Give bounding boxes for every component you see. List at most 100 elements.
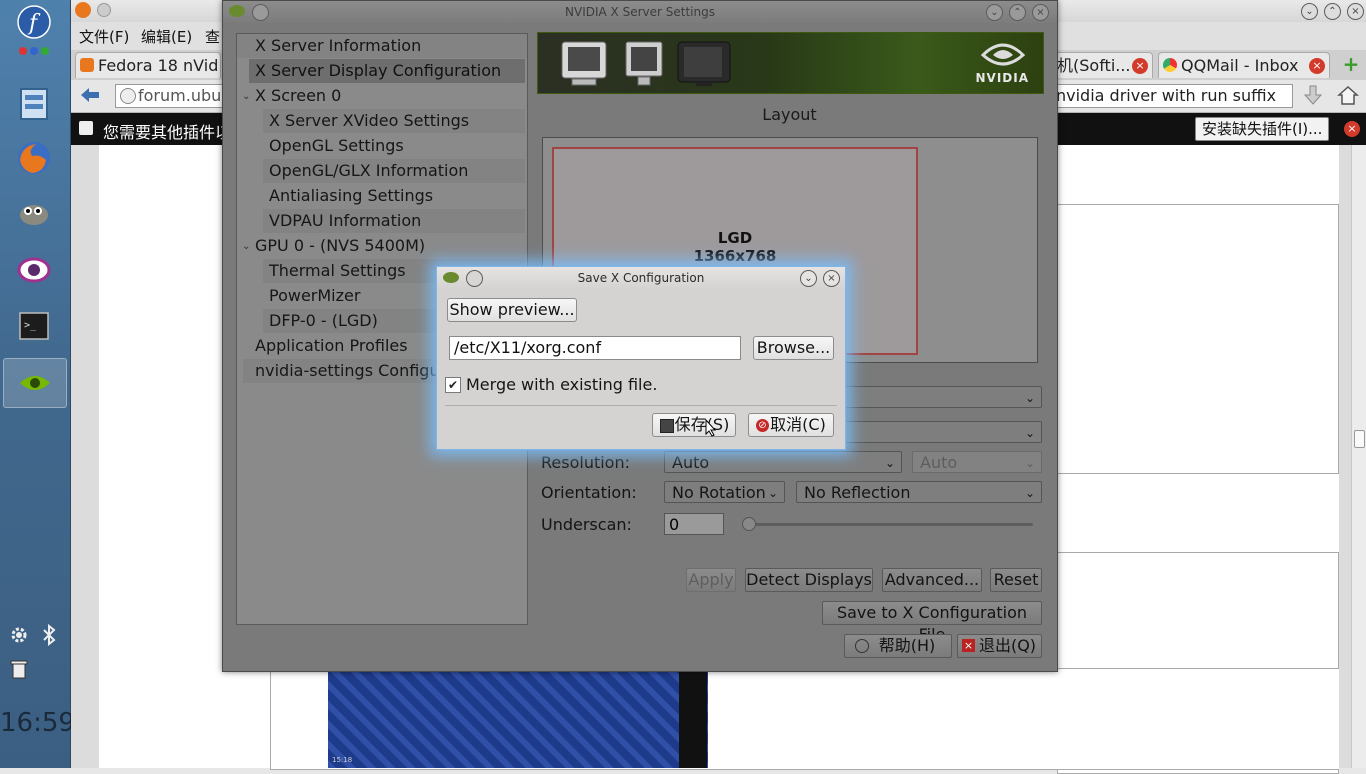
gimp-icon[interactable] — [12, 190, 56, 234]
tree-item-xvideo[interactable]: X Server XVideo Settings — [263, 109, 525, 133]
refresh-rate-select: Auto ⌄ — [912, 451, 1042, 473]
tree-item-x-server-information[interactable]: X Server Information — [237, 34, 527, 58]
browser-maximize-icon[interactable]: ⌃ — [1324, 3, 1341, 20]
resolution-label: Resolution: — [541, 453, 630, 472]
save-label: 保存(S) — [674, 415, 730, 434]
resolution-value: Auto — [672, 453, 710, 472]
refresh-value: Auto — [920, 453, 958, 472]
maximize-icon[interactable]: ⌃ — [1009, 4, 1026, 21]
monitor-lcd-icon — [622, 39, 666, 93]
underscan-label: Underscan: — [541, 515, 632, 534]
save-button[interactable]: 保存(S) — [652, 413, 736, 437]
tree-item-gpu[interactable]: GPU 0 - (NVS 5400M) — [255, 234, 425, 258]
help-icon — [855, 639, 869, 653]
tree-item-display-configuration[interactable]: X Server Display Configuration — [249, 59, 525, 83]
save-x-configuration-dialog: Save X Configuration ⌄ × Show preview...… — [436, 266, 846, 450]
app-grid-icon[interactable] — [12, 36, 56, 66]
trash-icon[interactable] — [6, 656, 32, 682]
tab-fedora[interactable]: Fedora 18 nVid... — [75, 52, 221, 78]
page-scrollbar[interactable] — [1351, 145, 1366, 768]
menu-file[interactable]: 文件(F) — [79, 26, 129, 47]
quit-label: 退出(Q) — [978, 636, 1037, 655]
download-icon[interactable] — [1303, 85, 1323, 111]
config-path-input[interactable]: /etc/X11/xorg.conf — [449, 336, 741, 360]
terminal-icon[interactable]: >_ — [12, 304, 56, 348]
minimize-icon[interactable]: ⌄ — [986, 4, 1003, 21]
monitor-crt-icon — [558, 39, 610, 93]
close-icon[interactable]: × — [1032, 4, 1049, 21]
tab-qqmail[interactable]: QQMail - Inbox × — [1158, 52, 1330, 78]
quit-button[interactable]: × 退出(Q) — [957, 634, 1042, 658]
menu-view[interactable]: 查 — [205, 26, 220, 47]
window-menu-icon[interactable] — [466, 270, 483, 287]
search-text: nvidia driver with run suffix — [1056, 86, 1277, 105]
close-tab-icon[interactable]: × — [1132, 58, 1148, 74]
cancel-label: 取消(C) — [770, 415, 826, 434]
reflection-select[interactable]: No Reflection ⌄ — [796, 481, 1042, 503]
window-menu-icon[interactable] — [252, 4, 269, 21]
nvidia-window-icon — [443, 272, 459, 283]
underscan-slider-handle[interactable] — [742, 517, 756, 531]
help-label: 帮助(H) — [878, 636, 936, 655]
merge-label: Merge with existing file. — [466, 375, 658, 394]
save-to-x-config-button[interactable]: Save to X Configuration File — [822, 601, 1042, 644]
underscan-slider-track[interactable] — [747, 523, 1033, 526]
home-icon[interactable] — [1337, 84, 1359, 110]
quit-icon: × — [962, 639, 975, 652]
advanced-button[interactable]: Advanced... — [882, 568, 982, 592]
display-resolution: 1366x768 — [693, 247, 777, 265]
chevron-down-icon: ⌄ — [1024, 391, 1035, 405]
minimize-icon[interactable]: ⌄ — [800, 270, 817, 287]
menu-edit[interactable]: 编辑(E) — [141, 26, 192, 47]
tree-item-vdpau[interactable]: VDPAU Information — [263, 209, 525, 233]
nvidia-logo-text: NVIDIA — [975, 71, 1029, 85]
scrollbar-thumb[interactable] — [1354, 430, 1365, 448]
expand-arrow-icon[interactable]: ⌄ — [242, 241, 250, 252]
settings-gear-icon[interactable] — [6, 622, 32, 648]
tree-item-x-screen[interactable]: X Screen 0 — [255, 84, 341, 108]
close-tab-icon[interactable]: × — [1309, 58, 1325, 74]
svg-text:>_: >_ — [24, 320, 37, 331]
tab-label: QQMail - Inbox — [1181, 56, 1299, 75]
install-plugins-button[interactable]: 安装缺失插件(I)... — [1195, 117, 1330, 141]
chevron-down-icon: ⌄ — [884, 456, 895, 470]
browser-minimize-icon[interactable]: ⌄ — [1301, 3, 1318, 20]
screenshot-image: 15:18 — [328, 670, 708, 768]
nvidia-settings-icon[interactable] — [3, 358, 67, 408]
file-manager-icon[interactable] — [12, 82, 56, 126]
tree-item-antialiasing[interactable]: Antialiasing Settings — [269, 184, 433, 208]
detect-displays-button[interactable]: Detect Displays — [745, 568, 873, 592]
merge-checkbox[interactable]: ✔ — [445, 377, 461, 393]
close-icon[interactable]: × — [823, 270, 840, 287]
browser-close-icon[interactable]: × — [1347, 3, 1364, 20]
close-plugin-bar-icon[interactable]: × — [1344, 121, 1360, 137]
browse-button[interactable]: Browse... — [753, 336, 834, 360]
window-title: NVIDIA X Server Settings — [565, 5, 715, 19]
bluetooth-icon[interactable] — [36, 622, 62, 648]
expand-arrow-icon[interactable]: ⌄ — [242, 91, 250, 102]
underscan-input[interactable]: 0 — [664, 513, 724, 535]
new-tab-button[interactable]: + — [1341, 54, 1361, 74]
rotation-select[interactable]: No Rotation ⌄ — [664, 481, 785, 503]
eye-app-icon[interactable] — [12, 248, 56, 292]
show-preview-button[interactable]: Show preview... — [447, 298, 577, 322]
monitor-tv-icon — [676, 39, 732, 93]
back-arrow-icon[interactable] — [79, 86, 101, 108]
search-input[interactable]: nvidia driver with run suffix — [1051, 84, 1293, 108]
globe-icon — [120, 88, 136, 104]
cancel-button[interactable]: ⊘ 取消(C) — [748, 413, 834, 437]
firefox-small-icon — [75, 2, 91, 18]
tree-item-application-profiles[interactable]: Application Profiles — [255, 334, 408, 358]
tab-software[interactable]: 机(Softi... × — [1053, 52, 1153, 78]
window-menu-icon[interactable] — [97, 3, 111, 17]
firefox-icon[interactable] — [12, 136, 56, 180]
reset-button[interactable]: Reset — [990, 568, 1042, 592]
resolution-select[interactable]: Auto ⌄ — [664, 451, 902, 473]
help-button[interactable]: 帮助(H) — [844, 634, 952, 658]
clock: 16:59 — [0, 708, 75, 738]
tree-item-opengl[interactable]: OpenGL Settings — [269, 134, 404, 158]
chevron-down-icon: ⌄ — [1024, 426, 1035, 440]
tree-item-powermizer[interactable]: PowerMizer — [269, 284, 360, 308]
apply-button[interactable]: Apply — [686, 568, 736, 592]
tree-item-glx-info[interactable]: OpenGL/GLX Information — [263, 159, 525, 183]
